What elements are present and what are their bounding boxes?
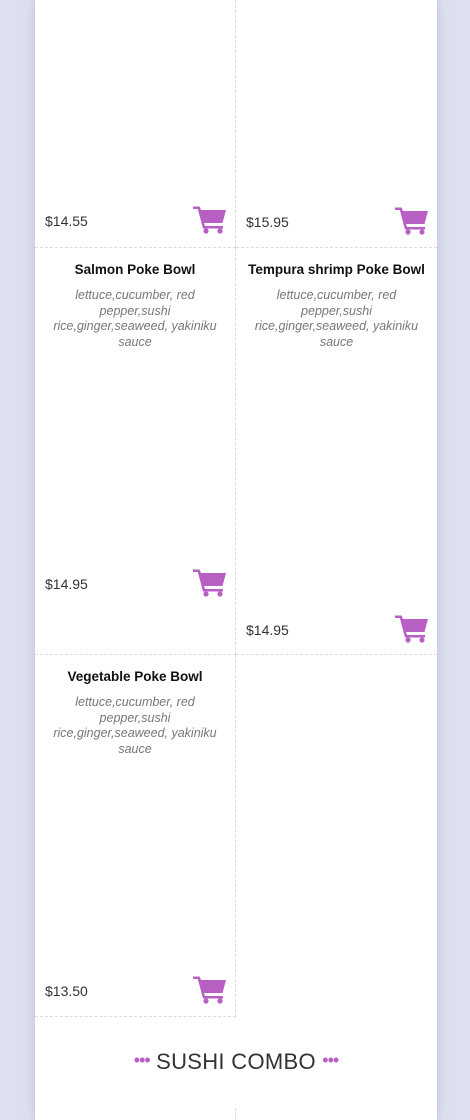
- item-price: $14.55: [45, 213, 88, 229]
- shopping-cart-icon[interactable]: [193, 567, 227, 597]
- shopping-cart-icon[interactable]: [193, 974, 227, 1004]
- shopping-cart-icon[interactable]: [193, 204, 227, 234]
- item-price: $15.95: [246, 214, 289, 230]
- shopping-cart-icon[interactable]: [395, 613, 429, 643]
- heading-dots-left: •••: [133, 1050, 151, 1070]
- item-price: $14.95: [45, 576, 88, 592]
- next-section-divider: [235, 1108, 236, 1120]
- shopping-cart-icon[interactable]: [395, 205, 429, 235]
- menu-card-top-right: $15.95: [236, 0, 437, 248]
- menu-card-vegetable-poke-bowl: Vegetable Poke Bowl lettuce,cucumber, re…: [35, 655, 236, 1017]
- item-title: Salmon Poke Bowl: [74, 262, 196, 277]
- menu-card-empty: [236, 655, 437, 1017]
- menu-card-tempura-shrimp-poke-bowl: Tempura shrimp Poke Bowl lettuce,cucumbe…: [236, 248, 437, 655]
- menu-card-top-left: $14.55: [35, 0, 236, 248]
- item-description: lettuce,cucumber, red pepper,sushi rice,…: [53, 288, 217, 349]
- section-heading: ••• SUSHI COMBO •••: [35, 1049, 437, 1075]
- heading-dots-right: •••: [322, 1050, 339, 1070]
- item-price: $14.95: [246, 622, 289, 638]
- menu-panel: $14.55 $15.95 Salmon Poke Bowl lettuce,c…: [35, 0, 437, 1120]
- item-description: lettuce,cucumber, red pepper,sushi rice,…: [53, 695, 217, 756]
- item-title: Tempura shrimp Poke Bowl: [248, 262, 425, 277]
- item-price: $13.50: [45, 983, 88, 999]
- section-title: SUSHI COMBO: [156, 1049, 316, 1074]
- menu-card-salmon-poke-bowl: Salmon Poke Bowl lettuce,cucumber, red p…: [35, 248, 236, 655]
- item-description: lettuce,cucumber, red pepper,sushi rice,…: [254, 288, 419, 349]
- item-title: Vegetable Poke Bowl: [67, 669, 203, 684]
